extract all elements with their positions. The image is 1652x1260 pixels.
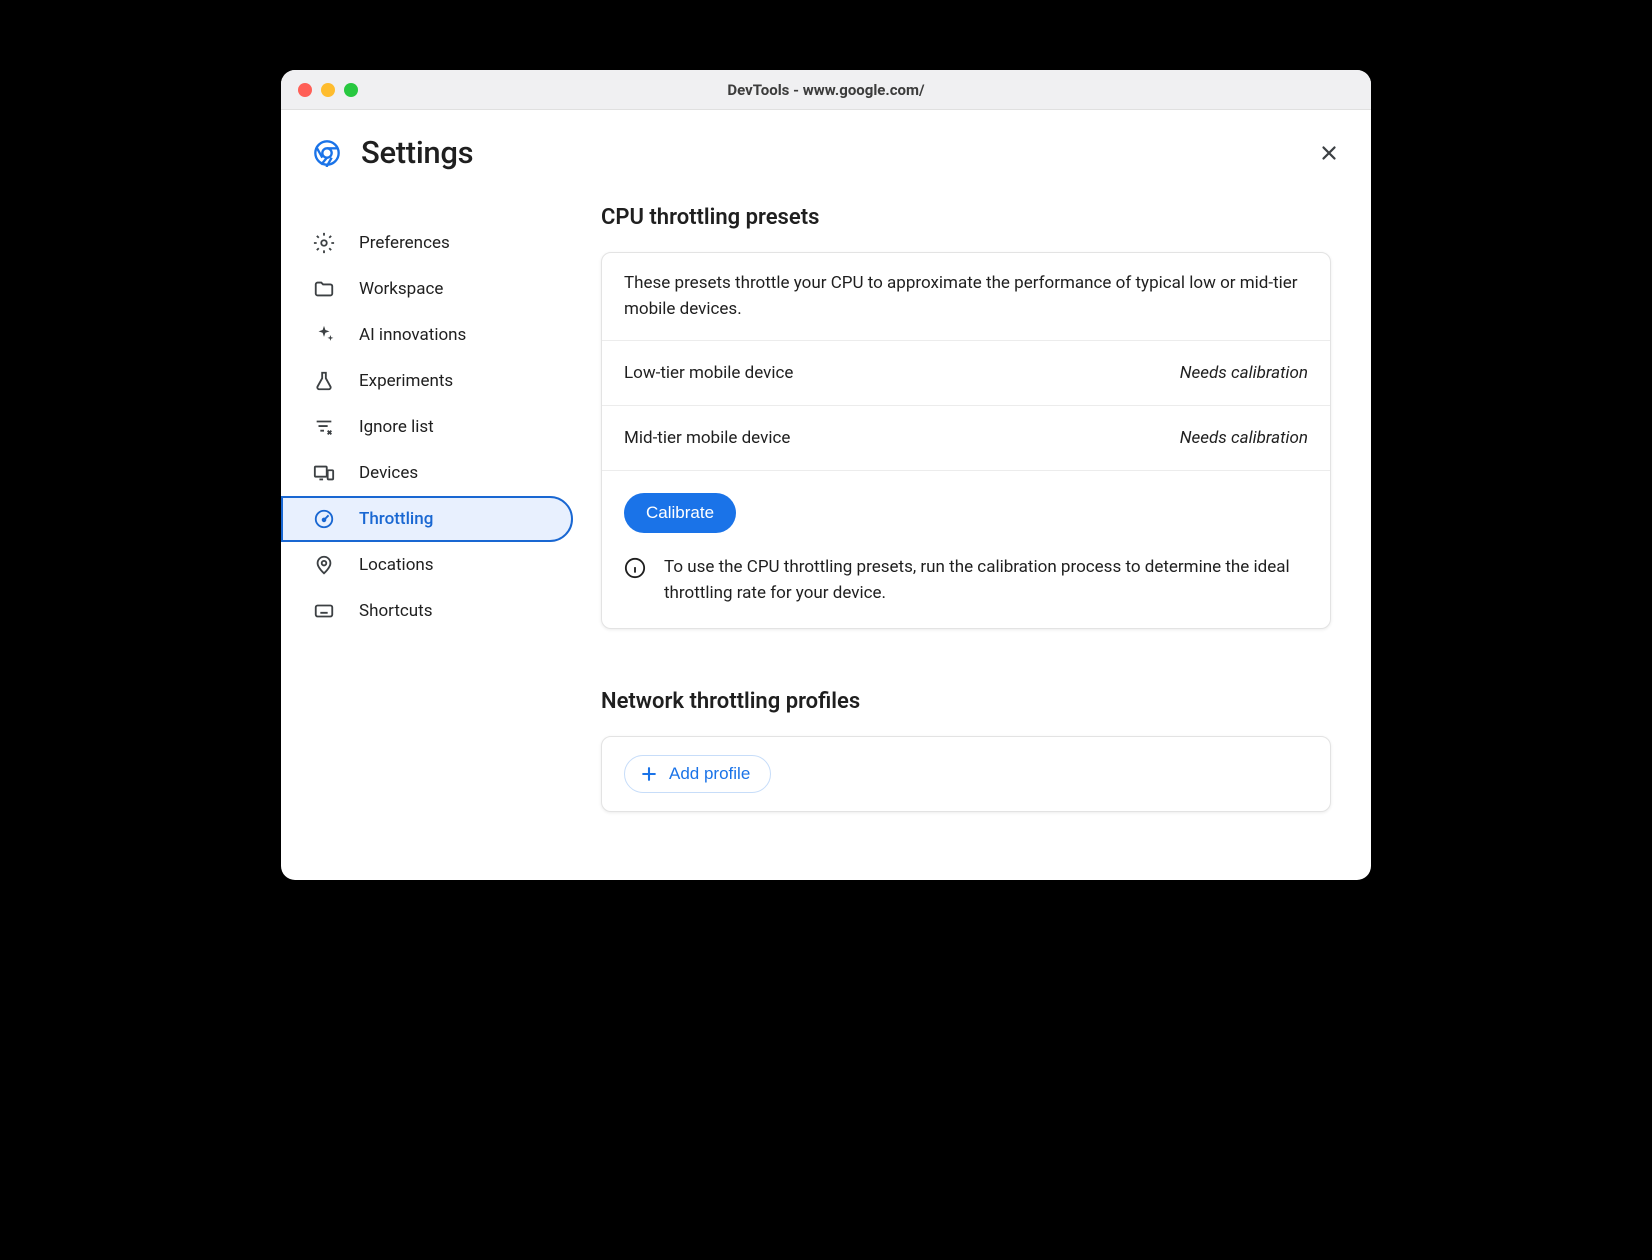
sidebar-item-label: Preferences [359, 233, 450, 253]
preset-row-mid-tier: Mid-tier mobile device Needs calibration [602, 406, 1330, 471]
preset-status: Needs calibration [1180, 428, 1308, 448]
page-title: Settings [361, 134, 473, 171]
sidebar-item-experiments[interactable]: Experiments [281, 358, 573, 404]
window-minimize-button[interactable] [321, 83, 335, 97]
gauge-icon [313, 508, 335, 530]
filter-x-icon [313, 416, 335, 438]
network-throttling-heading: Network throttling profiles [601, 689, 1331, 714]
sidebar-item-label: Devices [359, 463, 418, 483]
sparkle-icon [313, 324, 335, 346]
plus-icon [639, 764, 659, 784]
sidebar-item-label: Ignore list [359, 417, 434, 437]
preset-name: Mid-tier mobile device [624, 428, 790, 448]
keyboard-icon [313, 600, 335, 622]
traffic-lights [281, 83, 358, 97]
cpu-throttling-heading: CPU throttling presets [601, 205, 1331, 230]
add-profile-button[interactable]: Add profile [624, 755, 771, 793]
calibrate-button[interactable]: Calibrate [624, 493, 736, 533]
sidebar-item-label: Workspace [359, 279, 443, 299]
preset-name: Low-tier mobile device [624, 363, 793, 383]
sidebar-item-devices[interactable]: Devices [281, 450, 573, 496]
settings-sidebar: Preferences Workspace AI innovations Exp… [281, 110, 581, 880]
sidebar-item-throttling[interactable]: Throttling [281, 496, 573, 542]
add-profile-label: Add profile [669, 764, 750, 784]
cpu-presets-card: These presets throttle your CPU to appro… [601, 252, 1331, 629]
sidebar-item-shortcuts[interactable]: Shortcuts [281, 588, 573, 634]
info-text: To use the CPU throttling presets, run t… [664, 555, 1308, 606]
preset-row-low-tier: Low-tier mobile device Needs calibration [602, 341, 1330, 406]
chrome-logo-icon [313, 139, 341, 167]
pin-icon [313, 554, 335, 576]
window-close-button[interactable] [298, 83, 312, 97]
settings-header: Settings [313, 134, 473, 171]
devices-icon [313, 462, 335, 484]
sidebar-item-ai-innovations[interactable]: AI innovations [281, 312, 573, 358]
preset-status: Needs calibration [1180, 363, 1308, 383]
sidebar-item-label: Throttling [359, 509, 433, 529]
sidebar-item-label: AI innovations [359, 325, 466, 345]
window-title: DevTools - www.google.com/ [281, 81, 1371, 99]
close-icon [1318, 142, 1340, 164]
titlebar: DevTools - www.google.com/ [281, 70, 1371, 110]
devtools-window: DevTools - www.google.com/ Settings [281, 70, 1371, 880]
sidebar-item-label: Experiments [359, 371, 453, 391]
info-icon [624, 557, 646, 579]
sidebar-item-workspace[interactable]: Workspace [281, 266, 573, 312]
sidebar-item-locations[interactable]: Locations [281, 542, 573, 588]
close-settings-button[interactable] [1311, 135, 1347, 171]
flask-icon [313, 370, 335, 392]
cpu-presets-description: These presets throttle your CPU to appro… [602, 253, 1330, 341]
gear-icon [313, 232, 335, 254]
window-maximize-button[interactable] [344, 83, 358, 97]
sidebar-item-label: Shortcuts [359, 601, 433, 621]
sidebar-item-label: Locations [359, 555, 434, 575]
sidebar-item-preferences[interactable]: Preferences [281, 220, 573, 266]
main-content: CPU throttling presets These presets thr… [581, 110, 1371, 880]
sidebar-item-ignore-list[interactable]: Ignore list [281, 404, 573, 450]
calibration-info: To use the CPU throttling presets, run t… [602, 555, 1330, 628]
network-profiles-card: Add profile [601, 736, 1331, 812]
folder-icon [313, 278, 335, 300]
